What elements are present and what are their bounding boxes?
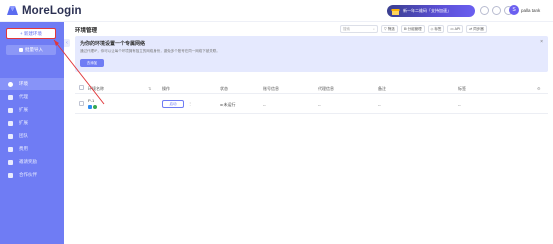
batch-import-label: 批量导入	[25, 47, 43, 52]
sidebar-item-partner[interactable]: 合作伙伴	[0, 169, 64, 181]
filter-label: 筛选	[387, 26, 395, 31]
sidebar-item-referral[interactable]: 邀请奖励	[0, 156, 64, 168]
expand-icon	[8, 120, 13, 126]
api-icon: ▭	[450, 27, 454, 31]
account-info: --	[263, 102, 266, 107]
sidebar-item-label: 团队	[19, 133, 28, 138]
column-header-note: 备注	[378, 86, 386, 91]
page-title: 环境管理	[75, 28, 98, 34]
column-header-tag: 标签	[458, 86, 466, 91]
partner-icon	[8, 172, 13, 178]
group-manage-label: 分组管理	[407, 26, 422, 31]
proxy-icon	[8, 94, 13, 100]
chrome-icon	[93, 105, 97, 109]
banner-description: 通过代理IP，你可以让每个环境拥有独立的网络身份，避免多个账号在同一网络下被关联…	[80, 49, 220, 53]
help-icon[interactable]	[480, 6, 489, 15]
billing-icon	[8, 146, 13, 152]
search-icon: ⌕	[373, 27, 375, 31]
sidebar-item-label: 合作伙伴	[19, 172, 37, 177]
synchronizer-button[interactable]: ⇄ 同步器	[466, 25, 487, 33]
column-header-action: 操作	[162, 86, 170, 91]
sidebar-item-proxy[interactable]: 代理	[0, 91, 64, 103]
note: --	[378, 102, 381, 107]
tag-label: 标签	[434, 26, 442, 31]
chevron-left-icon: ‹	[66, 40, 68, 46]
new-profile-label: + 新建环境	[20, 30, 42, 36]
sidebar: + 新建环境 批量导入 环境 代理 扩展 扩展 团队 费用 邀请奖励 合作伙伴	[0, 22, 64, 244]
column-header-status: 状态	[220, 86, 228, 91]
sidebar-item-label: 代理	[19, 94, 28, 99]
proxy-tip-banner: 为你的环境设置一个专属网络 通过代理IP，你可以让每个环境拥有独立的网络身份，避…	[75, 36, 548, 72]
toolbar: 搜索 ⌕ ▽ 筛选 ⊞ 分组管理 ◇ 标签 ▭ API ⇄ 同步器	[340, 25, 487, 33]
synchronizer-label: 同步器	[473, 26, 484, 31]
sidebar-item-label: 扩展	[19, 120, 28, 125]
sidebar-item-label: 扩展	[19, 107, 28, 112]
promo-text: 新一年二维码「支持加速」	[403, 8, 451, 13]
sidebar-item-extensions[interactable]: 扩展	[0, 104, 64, 116]
morelogin-logo-icon	[7, 6, 18, 15]
sidebar-item-label: 费用	[19, 146, 28, 151]
api-label: API	[454, 27, 461, 31]
group-icon: ⊞	[403, 27, 407, 31]
promo-banner[interactable]: 新一年二维码「支持加速」	[387, 5, 475, 17]
api-button[interactable]: ▭ API	[447, 25, 464, 33]
proxy-info: --	[318, 102, 321, 107]
top-bar: MoreLogin 新一年二维码「支持加速」 S palla tank	[0, 0, 553, 22]
table-header: 环境名称 ⇅ 操作 状态 账号信息 代理信息 备注 标签 ⚙	[75, 82, 548, 94]
more-actions-icon[interactable]: ⋮	[188, 101, 192, 106]
status-text: 未运行	[223, 102, 236, 107]
sync-icon: ⇄	[469, 27, 473, 31]
open-profile-button[interactable]: 启动	[162, 100, 184, 108]
add-proxy-button[interactable]: 去添加	[80, 59, 104, 67]
main-content: 环境管理 搜索 ⌕ ▽ 筛选 ⊞ 分组管理 ◇ 标签 ▭ API ⇄ 同步器 为…	[70, 22, 553, 244]
sidebar-item-label: 环境	[19, 81, 28, 86]
brand[interactable]: MoreLogin	[6, 4, 82, 17]
avatar: S	[509, 5, 519, 15]
column-header-proxy: 代理信息	[318, 86, 334, 91]
windows-icon	[88, 105, 92, 109]
username: palla tank	[521, 7, 541, 13]
status-badge: 未运行	[220, 102, 236, 108]
filter-button[interactable]: ▽ 筛选	[381, 25, 398, 33]
notification-icon[interactable]	[492, 6, 501, 15]
filter-icon: ▽	[384, 27, 387, 31]
sidebar-item-label: 邀请奖励	[19, 159, 37, 164]
sidebar-item-profiles[interactable]: 环境	[0, 78, 64, 90]
brand-name: MoreLogin	[22, 4, 82, 17]
close-icon[interactable]: ×	[540, 39, 543, 45]
search-input[interactable]: 搜索 ⌕	[340, 25, 378, 33]
table-row[interactable]: P-1 启动 ⋮ 未运行 -- -- -- --	[75, 94, 548, 114]
column-header-name[interactable]: 环境名称	[88, 86, 104, 92]
column-settings-icon[interactable]: ⚙	[537, 86, 541, 91]
sidebar-item-billing[interactable]: 费用	[0, 143, 64, 155]
platform-icons	[88, 105, 97, 109]
tag: --	[458, 102, 461, 107]
sidebar-item-extensions-2[interactable]: 扩展	[0, 117, 64, 129]
extensions-icon	[8, 107, 13, 113]
banner-title: 为你的环境设置一个专属网络	[80, 41, 146, 47]
column-header-account: 账号信息	[263, 86, 279, 91]
gift-icon	[8, 159, 13, 165]
group-manage-button[interactable]: ⊞ 分组管理	[400, 25, 425, 33]
new-profile-button[interactable]: + 新建环境	[6, 28, 56, 39]
column-sort-icon[interactable]: ⇅	[148, 86, 151, 91]
status-dot-icon	[220, 103, 223, 107]
profile-name: P-1	[88, 98, 95, 103]
sidebar-item-team[interactable]: 团队	[0, 130, 64, 142]
team-icon	[8, 133, 13, 139]
user-menu[interactable]: S palla tank	[509, 5, 540, 15]
profiles-icon	[8, 81, 13, 87]
batch-import-icon	[19, 48, 23, 52]
tag-icon: ◇	[430, 27, 434, 31]
sidebar-nav: 环境 代理 扩展 扩展 团队 费用 邀请奖励 合作伙伴	[0, 78, 64, 182]
tag-button[interactable]: ◇ 标签	[427, 25, 445, 33]
gift-icon	[391, 9, 400, 15]
search-placeholder: 搜索	[343, 26, 350, 31]
select-all-checkbox[interactable]	[79, 85, 84, 90]
batch-import-button[interactable]: 批量导入	[6, 45, 56, 55]
row-checkbox[interactable]	[79, 101, 84, 106]
